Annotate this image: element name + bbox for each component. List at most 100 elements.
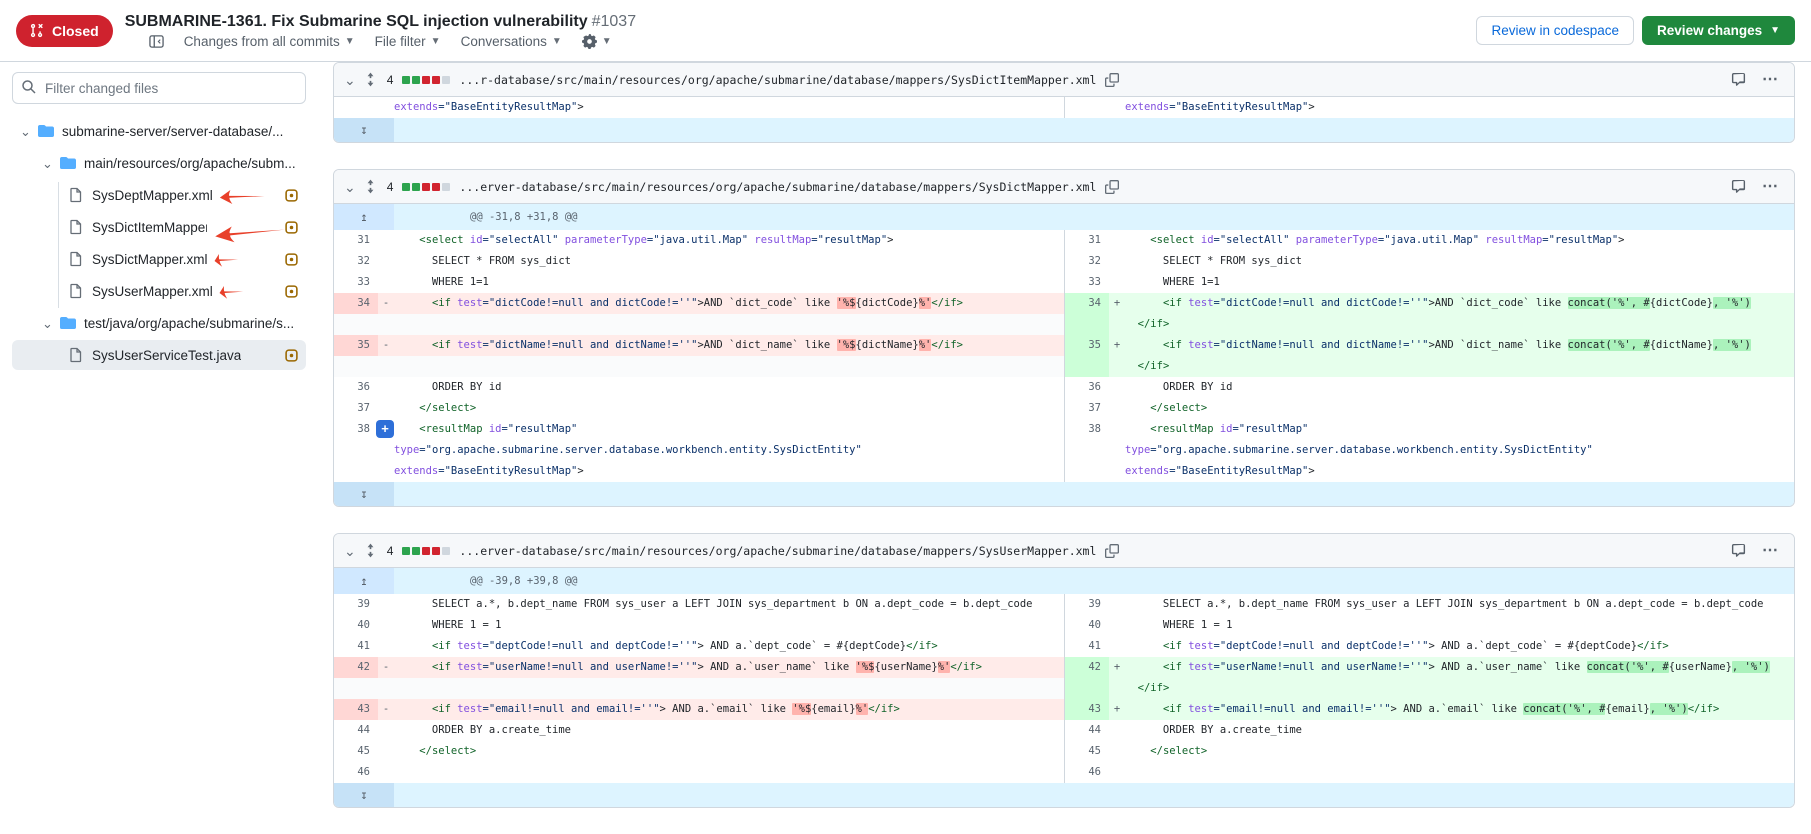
- file-tree-item[interactable]: SysUserServiceTest.java: [12, 340, 306, 370]
- collapse-file-chevron-icon[interactable]: ⌄: [344, 544, 356, 558]
- file-tree-item[interactable]: SysDeptMapper.xml: [12, 180, 306, 210]
- line-number[interactable]: 44: [1065, 720, 1109, 741]
- line-number[interactable]: 41: [1065, 636, 1109, 657]
- hunk-header: ↥@@ -39,8 +39,8 @@: [334, 568, 1794, 594]
- line-number[interactable]: 40: [334, 615, 378, 636]
- line-number[interactable]: [1065, 461, 1109, 482]
- line-number[interactable]: 43: [334, 699, 378, 720]
- line-number[interactable]: 32: [1065, 251, 1109, 272]
- copy-path-icon[interactable]: [1105, 544, 1119, 558]
- line-number[interactable]: 42: [1065, 657, 1109, 678]
- file-filter-menu[interactable]: File filter▼: [375, 34, 441, 49]
- copy-path-icon[interactable]: [1105, 180, 1119, 194]
- line-number[interactable]: [334, 461, 378, 482]
- file-path-link[interactable]: ...erver-database/src/main/resources/org…: [459, 544, 1096, 558]
- comment-icon[interactable]: [1731, 72, 1746, 87]
- folder-icon: [38, 123, 54, 139]
- chevron-down-icon[interactable]: ⌄: [42, 317, 60, 330]
- line-number[interactable]: [334, 356, 378, 377]
- line-number[interactable]: [334, 314, 378, 335]
- diff-cell-new: </if>: [1064, 356, 1794, 377]
- review-in-codespace-button[interactable]: Review in codespace: [1476, 16, 1634, 45]
- copy-path-icon[interactable]: [1105, 73, 1119, 87]
- line-number[interactable]: 39: [334, 594, 378, 615]
- line-number[interactable]: [1065, 97, 1109, 118]
- line-number[interactable]: 46: [334, 762, 378, 783]
- file-tree-item[interactable]: SysDictMapper.xml: [12, 244, 306, 274]
- expand-up-button[interactable]: ↥: [334, 204, 394, 230]
- line-number[interactable]: 44: [334, 720, 378, 741]
- diff-cell-old: [334, 314, 1064, 335]
- line-number[interactable]: 31: [334, 230, 378, 251]
- line-number[interactable]: 36: [334, 377, 378, 398]
- line-number[interactable]: [1065, 678, 1109, 699]
- diff-sign: [378, 678, 394, 699]
- conversations-menu[interactable]: Conversations▼: [461, 34, 562, 49]
- expand-down-button[interactable]: ↧: [334, 482, 394, 506]
- filter-changed-files-input[interactable]: [12, 72, 306, 104]
- expand-down-button[interactable]: ↧: [334, 118, 394, 142]
- modified-status-icon: [285, 189, 298, 202]
- line-number[interactable]: 36: [1065, 377, 1109, 398]
- file-tree-item[interactable]: ⌄ submarine-server/server-database/...: [12, 116, 306, 146]
- file-path-link[interactable]: ...r-database/src/main/resources/org/apa…: [459, 73, 1096, 87]
- file-path-link[interactable]: ...erver-database/src/main/resources/org…: [459, 180, 1096, 194]
- line-number[interactable]: 39: [1065, 594, 1109, 615]
- line-number[interactable]: 32: [334, 251, 378, 272]
- line-number[interactable]: 31: [1065, 230, 1109, 251]
- file-tree-item[interactable]: ⌄ main/resources/org/apache/subm...: [12, 148, 306, 178]
- expand-up-button[interactable]: ↥: [334, 568, 394, 594]
- kebab-menu-icon[interactable]: ⋯: [1762, 72, 1778, 88]
- line-number[interactable]: [334, 440, 378, 461]
- line-number[interactable]: 42: [334, 657, 378, 678]
- comment-icon[interactable]: [1731, 179, 1746, 194]
- line-number[interactable]: 37: [334, 398, 378, 419]
- line-number[interactable]: 35: [334, 335, 378, 356]
- changes-from-menu[interactable]: Changes from all commits▼: [184, 34, 355, 49]
- line-number[interactable]: 43: [1065, 699, 1109, 720]
- file-tree-item[interactable]: SysDictItemMapper.xml: [12, 212, 306, 242]
- line-number[interactable]: 33: [334, 272, 378, 293]
- code-text: [394, 678, 1064, 699]
- chevron-down-icon[interactable]: ⌄: [42, 157, 60, 170]
- line-number[interactable]: 41: [334, 636, 378, 657]
- file-tree-item[interactable]: SysUserMapper.xml: [12, 276, 306, 306]
- line-number[interactable]: 34: [1065, 293, 1109, 314]
- line-number[interactable]: 35: [1065, 335, 1109, 356]
- diff-sign: [1109, 356, 1125, 377]
- diff-settings-menu[interactable]: ▼: [582, 34, 612, 49]
- kebab-menu-icon[interactable]: ⋯: [1762, 179, 1778, 195]
- line-number[interactable]: 45: [334, 741, 378, 762]
- line-number[interactable]: [1065, 314, 1109, 335]
- code-text: <if test="userName!=null and userName!='…: [394, 657, 1064, 678]
- line-number[interactable]: 40: [1065, 615, 1109, 636]
- line-number[interactable]: 46: [1065, 762, 1109, 783]
- pull-request-closed-icon: [30, 23, 45, 38]
- chevron-down-icon[interactable]: ⌄: [20, 125, 38, 138]
- drag-handle-icon[interactable]: [365, 543, 376, 558]
- line-number[interactable]: 38: [1065, 419, 1109, 440]
- collapse-file-chevron-icon[interactable]: ⌄: [344, 180, 356, 194]
- line-number[interactable]: [1065, 356, 1109, 377]
- diff-cell-new: 45 </select>: [1064, 741, 1794, 762]
- line-number[interactable]: 38: [334, 419, 378, 440]
- kebab-menu-icon[interactable]: ⋯: [1762, 543, 1778, 559]
- diff-stat-block-del: [422, 183, 430, 191]
- file-tree-item[interactable]: ⌄ test/java/org/apache/submarine/s...: [12, 308, 306, 338]
- toggle-file-tree-button[interactable]: [149, 34, 164, 49]
- expand-down-button[interactable]: ↧: [334, 783, 394, 807]
- comment-icon[interactable]: [1731, 543, 1746, 558]
- line-number[interactable]: 34: [334, 293, 378, 314]
- collapse-file-chevron-icon[interactable]: ⌄: [344, 73, 356, 87]
- drag-handle-icon[interactable]: [365, 72, 376, 87]
- line-number[interactable]: [334, 678, 378, 699]
- line-number[interactable]: [334, 97, 378, 118]
- line-number[interactable]: 37: [1065, 398, 1109, 419]
- add-comment-plus-button[interactable]: +: [376, 420, 394, 438]
- line-number[interactable]: [1065, 440, 1109, 461]
- line-number[interactable]: 33: [1065, 272, 1109, 293]
- drag-handle-icon[interactable]: [365, 179, 376, 194]
- review-changes-button[interactable]: Review changes▼: [1642, 16, 1795, 45]
- line-number[interactable]: 45: [1065, 741, 1109, 762]
- code-text: </select>: [1125, 398, 1794, 419]
